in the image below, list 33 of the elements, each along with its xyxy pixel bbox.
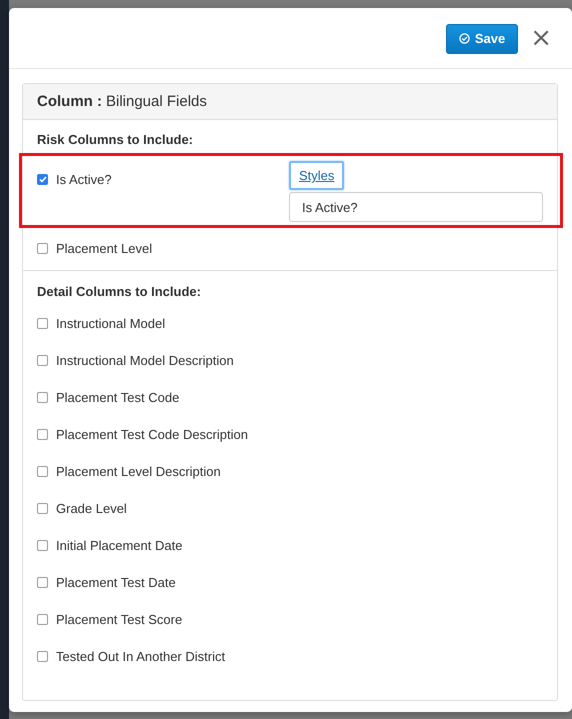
column-label: Placement Level bbox=[56, 240, 152, 256]
column-label: Initial Placement Date bbox=[56, 538, 182, 552]
panel-title-label: Column : bbox=[37, 93, 102, 110]
checkbox[interactable] bbox=[37, 502, 48, 514]
column-label: Placement Test Score bbox=[56, 612, 182, 626]
checkbox[interactable] bbox=[37, 392, 48, 402]
column-label: Instructional Model Description bbox=[56, 352, 234, 368]
close-button[interactable]: × bbox=[530, 25, 552, 51]
column-label: Instructional Model bbox=[56, 316, 166, 330]
panel-title: Bilingual Fields bbox=[106, 93, 207, 110]
checkbox[interactable] bbox=[37, 428, 48, 440]
column-label: Is Active? bbox=[56, 172, 112, 186]
checkbox[interactable] bbox=[37, 614, 48, 624]
checkbox[interactable] bbox=[37, 174, 48, 184]
column-label: Placement Test Code bbox=[56, 390, 180, 404]
checkbox[interactable] bbox=[37, 318, 48, 328]
column-label: Placement Test Code Description bbox=[56, 426, 248, 442]
checkbox[interactable] bbox=[37, 650, 48, 662]
checkbox[interactable] bbox=[37, 354, 48, 366]
check-circle-icon bbox=[458, 33, 470, 44]
column-label: Placement Test Date bbox=[56, 574, 176, 590]
styles-link[interactable]: Styles bbox=[289, 161, 344, 190]
section-heading: Risk Columns to Include: bbox=[37, 132, 194, 147]
column-label: Grade Level bbox=[56, 500, 127, 516]
checkbox[interactable] bbox=[37, 466, 48, 476]
checkbox[interactable] bbox=[37, 576, 48, 588]
column-label: Tested Out In Another District bbox=[56, 648, 226, 664]
section-heading: Detail Columns to Include: bbox=[37, 284, 202, 299]
style-input-field[interactable]: Is Active? bbox=[289, 192, 543, 222]
checkbox[interactable] bbox=[37, 242, 48, 254]
checkbox[interactable] bbox=[37, 540, 48, 550]
column-label: Placement Level Description bbox=[56, 464, 221, 478]
save-button[interactable]: Save bbox=[446, 24, 518, 54]
